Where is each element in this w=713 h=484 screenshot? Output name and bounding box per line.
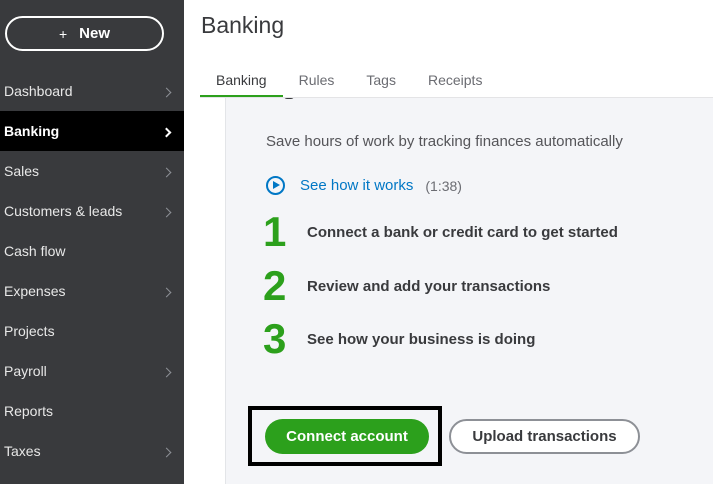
sidebar-item-label: Cash flow — [4, 243, 66, 259]
step-text: Connect a bank or credit card to get sta… — [307, 223, 618, 241]
step-number: 1 — [263, 208, 287, 255]
sidebar-item-sales[interactable]: Sales — [0, 151, 184, 191]
video-duration: (1:38) — [425, 177, 462, 194]
tab-receipts[interactable]: Receipts — [412, 62, 498, 98]
chevron-right-icon — [161, 367, 172, 377]
sidebar-item-projects[interactable]: Projects — [0, 311, 184, 351]
sidebar: + New Dashboard Banking Sales Customers … — [0, 0, 184, 484]
sidebar-item-label: Expenses — [4, 283, 66, 299]
step-number: 3 — [263, 315, 287, 362]
step-3: 3 See how your business is doing — [263, 318, 535, 360]
clipped-glyph — [284, 98, 294, 99]
sidebar-item-label: Dashboard — [4, 83, 73, 99]
step-2: 2 Review and add your transactions — [263, 265, 550, 307]
play-circle-icon[interactable] — [266, 176, 285, 195]
sidebar-item-expenses[interactable]: Expenses — [0, 271, 184, 311]
sidebar-nav: Dashboard Banking Sales Customers & lead… — [0, 71, 184, 471]
sidebar-item-reports[interactable]: Reports — [0, 391, 184, 431]
connect-account-button[interactable]: Connect account — [265, 419, 429, 454]
plus-icon: + — [58, 25, 68, 42]
card-subtitle: Save hours of work by tracking finances … — [266, 133, 623, 150]
sidebar-item-payroll[interactable]: Payroll — [0, 351, 184, 391]
upload-transactions-button[interactable]: Upload transactions — [449, 419, 640, 454]
chevron-right-icon — [161, 127, 172, 137]
tab-tags[interactable]: Tags — [350, 62, 412, 98]
chevron-right-icon — [161, 87, 172, 97]
sidebar-item-label: Banking — [4, 123, 60, 139]
tab-banking[interactable]: Banking — [200, 62, 283, 98]
sidebar-item-label: Taxes — [4, 443, 41, 459]
sidebar-item-dashboard[interactable]: Dashboard — [0, 71, 184, 111]
new-button-label: New — [79, 25, 111, 42]
sidebar-item-label: Reports — [4, 403, 54, 419]
clipped-heading-fragment — [226, 98, 713, 104]
see-how-it-works-link[interactable]: See how it works — [300, 177, 413, 194]
step-number: 2 — [263, 262, 287, 309]
sidebar-item-cash-flow[interactable]: Cash flow — [0, 231, 184, 271]
chevron-right-icon — [161, 207, 172, 217]
step-text: Review and add your transactions — [307, 277, 551, 295]
new-button[interactable]: + New — [5, 16, 164, 51]
how-it-works-row: See how it works (1:38) — [266, 176, 462, 195]
step-1: 1 Connect a bank or credit card to get s… — [263, 211, 618, 253]
sidebar-item-taxes[interactable]: Taxes — [0, 431, 184, 471]
chevron-right-icon — [161, 167, 172, 177]
sidebar-item-banking[interactable]: Banking — [0, 111, 184, 151]
sidebar-item-customers-leads[interactable]: Customers & leads — [0, 191, 184, 231]
sidebar-item-label: Projects — [4, 323, 55, 339]
tab-rules[interactable]: Rules — [283, 62, 351, 98]
page-title: Banking — [201, 12, 285, 38]
sidebar-item-label: Customers & leads — [4, 203, 123, 219]
chevron-right-icon — [161, 287, 172, 297]
tab-bar: Banking Rules Tags Receipts — [200, 62, 498, 98]
step-text: See how your business is doing — [307, 330, 536, 348]
chevron-right-icon — [161, 447, 172, 457]
sidebar-item-label: Sales — [4, 163, 40, 179]
sidebar-item-label: Payroll — [4, 363, 47, 379]
